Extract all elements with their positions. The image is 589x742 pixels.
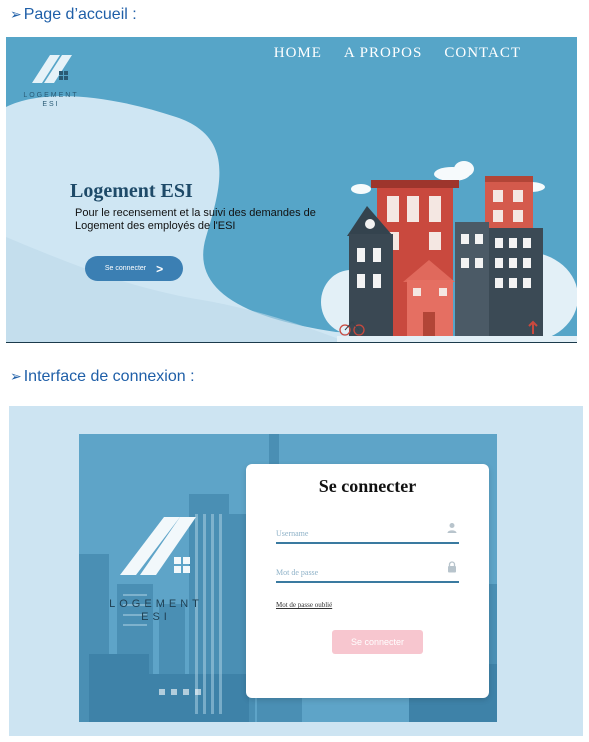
logo-line-2: ESI	[42, 101, 60, 108]
hero-title: Logement ESI	[70, 180, 193, 202]
home-logo-text: LOGEMENT ESI	[12, 91, 90, 109]
hero-description: Pour le recensement et la suivi des dema…	[75, 207, 316, 232]
password-placeholder: Mot de passe	[276, 568, 319, 577]
bullet-icon: ➢	[10, 6, 22, 22]
nav-contact[interactable]: CONTACT	[444, 45, 521, 62]
section-heading-home: ➢ Page d’accueil :	[10, 6, 137, 24]
login-logo-line-2: ESI	[141, 611, 171, 623]
section-heading-login: ➢ Interface de connexion :	[10, 368, 195, 386]
home-logo: LOGEMENT ESI	[12, 45, 92, 108]
login-logo-line-1: LOGEMENT	[109, 598, 203, 610]
hero-login-label: Se connecter	[104, 265, 147, 272]
username-placeholder: Username	[276, 529, 309, 538]
section-heading-home-text: Page d’accueil :	[23, 6, 137, 23]
login-title: Se connecter	[318, 476, 417, 496]
section-heading-login-text: Interface de connexion :	[23, 368, 195, 385]
user-icon	[447, 523, 457, 533]
chevron-right-icon: >	[156, 261, 164, 276]
login-submit-label: Se connecter	[350, 637, 405, 647]
hero-login-button[interactable]: Se connecter >	[85, 256, 183, 281]
logo-line-1: LOGEMENT	[23, 92, 79, 99]
logo-icon	[32, 55, 72, 83]
password-field[interactable]: Mot de passe	[276, 561, 459, 583]
nav-about[interactable]: A PROPOS	[344, 45, 422, 62]
bullet-icon: ➢	[10, 368, 22, 384]
home-nav: HOME A PROPOS CONTACT	[274, 45, 521, 62]
forgot-password-link[interactable]: Mot de passe oublié	[276, 601, 332, 609]
city-illustration	[337, 176, 577, 342]
login-logo-icon	[120, 517, 196, 575]
login-logo-text: LOGEMENT ESI	[98, 598, 214, 624]
username-field[interactable]: Username	[276, 523, 459, 544]
login-submit-button[interactable]: Se connecter	[332, 630, 423, 654]
nav-home[interactable]: HOME	[274, 45, 322, 62]
home-page-mockup: LOGEMENT ESI HOME A PROPOS CONTACT Logem…	[6, 37, 577, 343]
lock-icon	[448, 561, 456, 573]
login-card: Se connecter Username Mot de passe Mot d…	[246, 464, 489, 698]
